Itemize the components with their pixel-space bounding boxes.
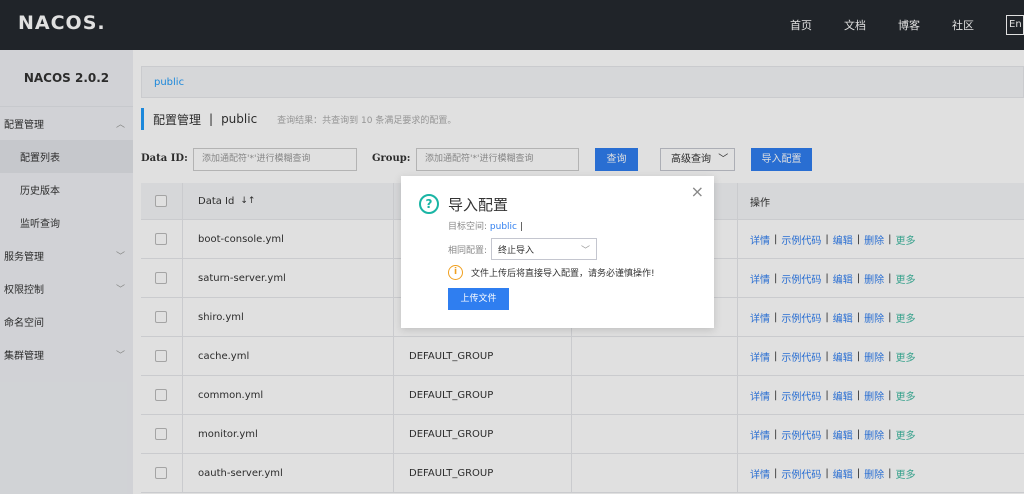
import-config-dialog: × ? 导入配置 目标空间: public | 相同配置: 终止导入 ﹀ i 文… xyxy=(401,176,714,328)
same-config-label: 相同配置: xyxy=(448,245,488,256)
same-config-policy-row: 相同配置: 终止导入 ﹀ xyxy=(448,238,598,260)
warning-text: 文件上传后将直接导入配置，请务必谨慎操作! xyxy=(471,269,655,279)
policy-selected-value: 终止导入 xyxy=(498,245,535,256)
target-namespace-value: public xyxy=(489,222,518,232)
upload-warning: i 文件上传后将直接导入配置，请务必谨慎操作! xyxy=(448,265,655,280)
chevron-down-icon: ﹀ xyxy=(581,245,591,256)
target-namespace-suffix: | xyxy=(519,222,523,232)
same-config-policy-select[interactable]: 终止导入 ﹀ xyxy=(491,238,598,260)
close-icon[interactable]: × xyxy=(691,182,704,201)
dialog-title: 导入配置 xyxy=(448,196,509,214)
question-icon: ? xyxy=(419,194,439,214)
target-namespace-row: 目标空间: public | xyxy=(448,219,523,232)
target-namespace-label: 目标空间: xyxy=(448,222,488,232)
warning-icon: i xyxy=(448,265,463,280)
upload-file-button[interactable]: 上传文件 xyxy=(448,288,509,310)
